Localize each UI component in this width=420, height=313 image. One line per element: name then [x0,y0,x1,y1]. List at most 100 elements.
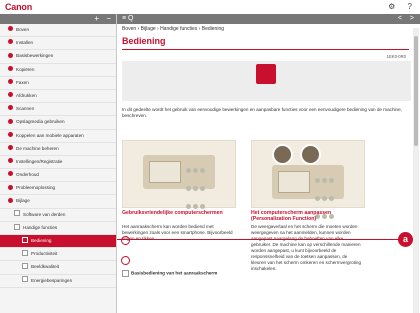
sidebar-item[interactable]: Koppelen aan mobiele apparaten [0,130,116,143]
panel1-title: Gebruiksvriendelijke computerschermen [122,210,223,216]
bullet-icon [8,26,13,32]
sidebar-item[interactable]: Scannen [0,103,116,117]
gear-icon[interactable]: ⚙ [388,2,395,11]
sidebar-item[interactable]: Bediening [0,235,116,249]
plus-box-icon [122,270,129,277]
sidebar-item-label: Bijlage [16,198,30,204]
callout-line [117,239,407,240]
sidebar-item[interactable]: Handige functies [0,222,116,235]
bullet-icon [8,105,13,111]
sidebar-header: + − [0,14,116,24]
sidebar-item[interactable]: Basisbewerkingen [0,50,116,64]
page-icon [14,210,20,217]
sidebar-item[interactable]: Installen [0,37,116,51]
hero-banner [122,61,411,101]
sidebar-item[interactable]: Bijlage [0,195,116,209]
sidebar-item[interactable]: Probleemoplossing [0,182,116,196]
touchscreen-link[interactable]: Basisbediening van het aanraakscherm [122,270,234,277]
sidebar-item[interactable]: Opslagmedia gebruiken [0,116,116,130]
sidebar-list: Boven Installen Basisbewerkingen Kopiëren Fa… [0,24,116,288]
bullet-icon [8,39,13,45]
sidebar-item-label: Afdrukken [16,92,37,98]
sidebar-item[interactable]: Afdrukken [0,90,116,104]
bullet-icon [8,158,13,164]
page-icon [22,236,28,243]
sidebar-item[interactable]: Onderhoud [0,169,116,183]
page-title: Bediening [122,36,166,46]
intro-text: In dit gedeelte wordt het gebruik van ee… [122,107,402,118]
panel-personalization-image [251,140,365,219]
page-icon [14,223,20,230]
content-pane: ≡ Q < > Boven › Bijlage › Handige functi… [117,14,420,313]
highlight-ring [121,236,130,245]
scrollbar[interactable] [413,28,419,313]
callout-badge: a [398,232,413,247]
sidebar-item-label: De machine beheren [16,145,59,151]
help-icon[interactable]: ? [408,2,412,11]
prev-page-button[interactable]: < [398,15,402,22]
sidebar-item-label: Instellingen/Registratie [16,158,63,164]
scrollbar-thumb[interactable] [414,36,418,146]
user-avatar-icon [272,144,293,165]
panel2-title: Het computerscherm aanpassen (Personaliz… [251,210,332,222]
search-icon[interactable]: Q [128,15,133,22]
bullet-icon [8,184,13,190]
bullet-icon [8,131,13,137]
expand-all-button[interactable]: + [94,14,99,23]
sidebar-item[interactable]: Software van derden [0,209,116,222]
touch-icon [256,64,276,84]
sidebar-item-label: Onderhoud [16,172,39,178]
sidebar-item-label: Installen [16,40,34,46]
sidebar: + − Boven Installen Basisbewerkingen Kopiër… [0,14,117,313]
panel-touchscreen-image [122,140,236,209]
sidebar-item-label: Beeldkwaliteit [31,264,60,270]
sidebar-item[interactable]: De machine beheren [0,143,116,156]
list-icon[interactable]: ≡ [122,15,126,22]
sidebar-item-label: Boven [16,27,30,32]
page-code: 1EK0-0R0 [386,54,406,59]
sidebar-item[interactable]: Beeldkwaliteit [0,261,116,275]
bullet-icon [8,118,13,124]
sidebar-item-label: Scannen [16,106,35,112]
device-illustration [272,165,344,219]
highlight-ring [121,256,130,265]
device-illustration [143,155,215,209]
bullet-icon [8,171,13,177]
sidebar-item-label: Energiebesparingen [31,277,73,283]
panel2-text: De weergave/taal en het scherm die moete… [251,224,362,271]
sidebar-item[interactable]: Instellingen/Registratie [0,156,116,170]
top-bar: Canon ⚙ ? [0,0,420,14]
bullet-icon [8,92,13,98]
top-icons: ⚙ ? [378,2,412,11]
sidebar-item-label: Productiviteit [31,251,58,257]
sidebar-item-label: Koppelen aan mobiele apparaten [16,132,84,138]
content-toolbar: ≡ Q < > [117,14,420,24]
sidebar-item-label: Opslagmedia gebruiken [16,119,65,125]
sidebar-item-label: Basisbewerkingen [16,53,54,59]
bullet-icon [8,197,13,203]
sidebar-item[interactable]: Energiebesparingen [0,275,116,288]
title-divider [122,49,409,50]
sidebar-item-label: Probleemoplossing [16,185,56,191]
bullet-icon [8,144,13,150]
next-page-button[interactable]: > [410,15,414,22]
sidebar-item-label: Handige functies [23,224,58,230]
page-icon [22,263,28,270]
breadcrumb[interactable]: Boven › Bijlage › Handige functies › Bed… [122,26,224,32]
sidebar-item-label: Faxen [16,79,29,85]
sidebar-item[interactable]: Productiviteit [0,248,116,262]
bullet-icon [8,52,13,58]
sidebar-item[interactable]: Faxen [0,77,116,90]
sidebar-item-label: Bediening [31,238,52,243]
page-icon [22,249,28,256]
sidebar-item[interactable]: Boven [0,24,116,38]
page-icon [22,276,28,283]
sidebar-item-label: Kopiëren [16,66,35,72]
bullet-icon [8,79,13,85]
sidebar-item[interactable]: Kopiëren [0,64,116,77]
user-avatar-icon [300,144,321,165]
canon-logo: Canon [5,2,32,12]
bullet-icon [8,65,13,71]
sidebar-item-label: Software van derden [23,211,66,217]
collapse-all-button[interactable]: − [106,14,111,23]
